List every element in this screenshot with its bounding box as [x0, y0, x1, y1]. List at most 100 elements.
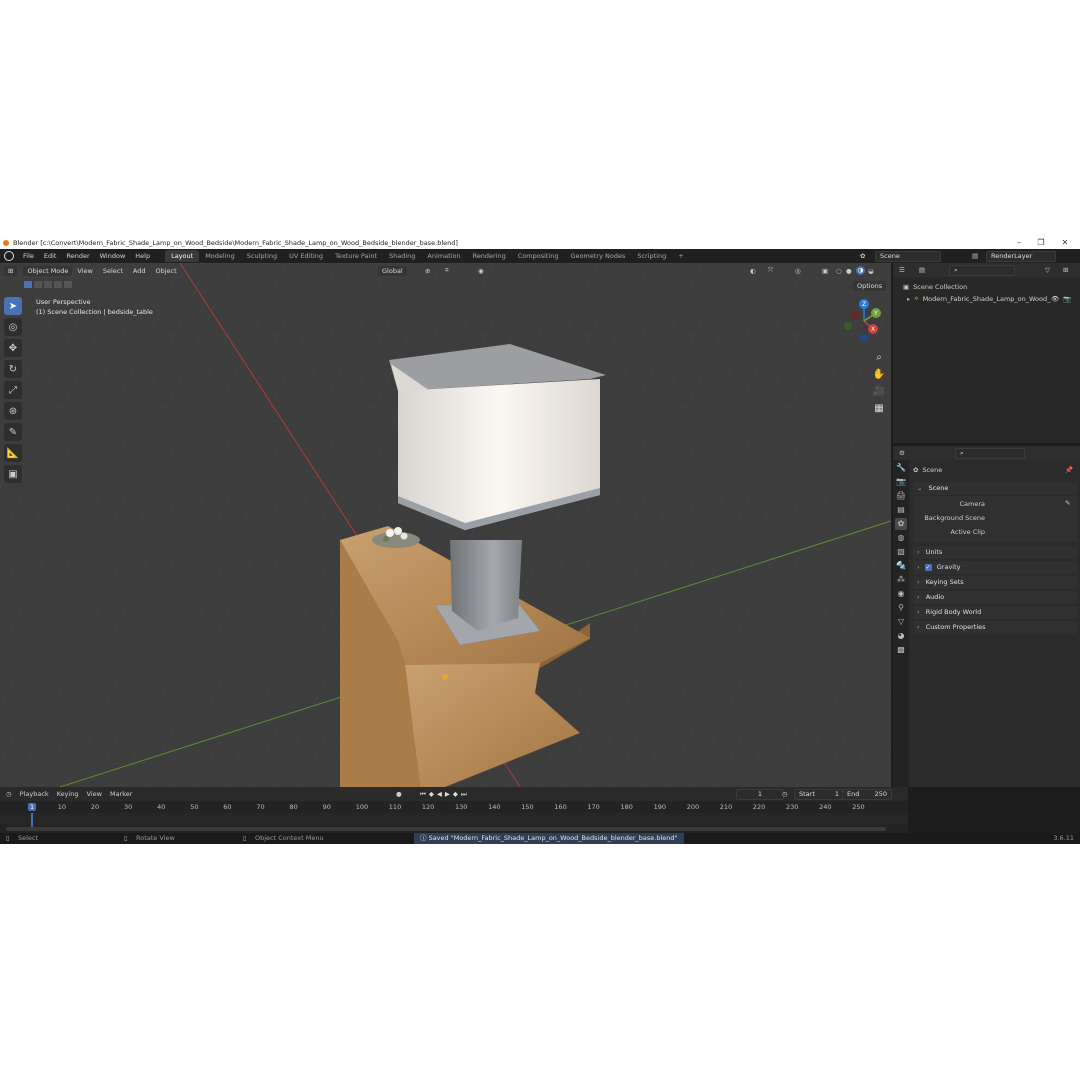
add-cube-tool-icon[interactable]: ▣	[4, 465, 22, 483]
xray-toggle-icon[interactable]: ▣	[822, 267, 828, 275]
scene-selector[interactable]: Scene	[875, 251, 941, 262]
tab-compositing[interactable]: Compositing	[512, 250, 565, 262]
3d-viewport[interactable]: ⊞ Object Mode View Select Add Object Glo…	[0, 263, 891, 787]
pan-view-icon[interactable]: ✋	[872, 368, 886, 382]
timeline-scrollbar[interactable]	[6, 827, 886, 831]
keyframe-track[interactable]	[0, 813, 908, 825]
menu-object[interactable]: Object	[151, 267, 182, 275]
frame-ruler[interactable]: 1 10 20 30 40 50 60 70 80 90 100 110 120 130 140 150 160…	[0, 803, 908, 813]
menu-help[interactable]: Help	[130, 252, 155, 260]
zoom-view-icon[interactable]: ⌕	[872, 351, 886, 365]
constraints-tab-icon[interactable]: ⚲	[895, 602, 907, 614]
texture-tab-icon[interactable]: ▩	[895, 644, 907, 656]
scene-tab-icon[interactable]: ✿	[895, 518, 907, 530]
menu-window[interactable]: Window	[95, 252, 131, 260]
modifier-tab-icon[interactable]: 🔩	[895, 560, 907, 572]
scale-tool-icon[interactable]: ⤢	[4, 381, 22, 399]
expand-arrow-icon[interactable]: ▸	[907, 295, 910, 303]
data-tab-icon[interactable]: ▽	[895, 616, 907, 628]
mode-selector[interactable]: Object Mode	[23, 265, 73, 276]
transform-tool-icon[interactable]: ⊛	[4, 402, 22, 420]
select-subtract-icon[interactable]	[44, 281, 52, 288]
render-camera-icon[interactable]: 📷	[1063, 295, 1071, 303]
annotate-tool-icon[interactable]: ✎	[4, 423, 22, 441]
collapse-arrow-icon[interactable]: ⌄	[917, 484, 922, 492]
outliner-search-input[interactable]: ⌕	[949, 265, 1015, 276]
custom-properties-panel[interactable]: › Custom Properties	[913, 621, 1077, 634]
editor-type-icon[interactable]: ⊞	[4, 265, 18, 276]
shading-rendered-icon[interactable]: ◒	[868, 267, 874, 275]
add-workspace-button[interactable]: +	[672, 250, 689, 262]
menu-select[interactable]: Select	[98, 267, 128, 275]
object-tab-icon[interactable]: ▧	[895, 546, 907, 558]
camera-view-icon[interactable]: 🎥	[872, 385, 886, 399]
select-extend-icon[interactable]	[34, 281, 42, 288]
timeline-editor-icon[interactable]: ◷	[6, 790, 12, 798]
end-frame-field[interactable]: End 250	[842, 789, 892, 800]
perspective-toggle-icon[interactable]: ▦	[872, 402, 886, 416]
select-intersect-icon[interactable]	[64, 281, 72, 288]
start-frame-field[interactable]: Start 1	[794, 789, 844, 800]
tab-texture-paint[interactable]: Texture Paint	[329, 250, 383, 262]
gizmo-neg-x-icon[interactable]	[851, 311, 859, 319]
outliner-root-row[interactable]: ▣ Scene Collection	[903, 283, 967, 291]
cursor-tool-icon[interactable]: ◎	[4, 318, 22, 336]
material-tab-icon[interactable]: ◕	[895, 630, 907, 642]
menu-keying[interactable]: Keying	[57, 790, 79, 798]
scene-section-header[interactable]: ⌄ Scene	[913, 482, 1077, 495]
options-button[interactable]: Options	[853, 281, 887, 291]
tab-uv-editing[interactable]: UV Editing	[283, 250, 329, 262]
timeline-editor[interactable]: ◷ Playback Keying View Marker ● ⏮◆◀▶◆⏭ 1…	[0, 787, 908, 833]
render-tab-icon[interactable]: 📷	[895, 476, 907, 488]
outliner-item[interactable]: ▸ ⟡ Modern_Fabric_Shade_Lamp_on_Wood_ 👁 …	[907, 294, 1077, 303]
eyedropper-icon[interactable]: ✎	[1065, 499, 1070, 507]
output-tab-icon[interactable]: 🖨	[895, 490, 907, 502]
close-window-button[interactable]: ✕	[1054, 236, 1076, 249]
minimize-button[interactable]: –	[1008, 236, 1030, 249]
menu-file[interactable]: File	[18, 252, 39, 260]
world-tab-icon[interactable]: ◍	[895, 532, 907, 544]
gizmo-neg-y-icon[interactable]	[844, 322, 852, 330]
record-icon[interactable]: ●	[396, 790, 402, 798]
shading-wireframe-icon[interactable]: ○	[836, 267, 842, 275]
rotate-tool-icon[interactable]: ↻	[4, 360, 22, 378]
gravity-checkbox[interactable]: ✓	[924, 564, 932, 571]
shading-material-icon[interactable]: ◑	[856, 266, 865, 275]
move-tool-icon[interactable]: ✥	[4, 339, 22, 357]
expand-arrow-icon[interactable]: ›	[917, 623, 920, 631]
tab-shading[interactable]: Shading	[383, 250, 421, 262]
maximize-button[interactable]: ❐	[1030, 236, 1052, 249]
tab-scripting[interactable]: Scripting	[631, 250, 672, 262]
navigation-gizmo[interactable]: Z Y X	[840, 297, 888, 345]
gizmo-neg-z-icon[interactable]	[860, 334, 868, 342]
expand-arrow-icon[interactable]: ›	[917, 608, 920, 616]
physics-tab-icon[interactable]: ◉	[895, 588, 907, 600]
snap-icon[interactable]: ⌗	[445, 266, 449, 275]
tab-rendering[interactable]: Rendering	[467, 250, 512, 262]
audio-panel[interactable]: › Audio	[913, 591, 1077, 604]
filter-icon[interactable]: ▽	[1045, 266, 1050, 274]
display-mode-icon[interactable]: ▤	[919, 266, 925, 274]
properties-search-input[interactable]: ⌕	[955, 448, 1025, 459]
transform-orientation-selector[interactable]: Global	[378, 265, 407, 276]
measure-tool-icon[interactable]: 📐	[4, 444, 22, 462]
tab-geometry-nodes[interactable]: Geometry Nodes	[565, 250, 632, 262]
visibility-icon[interactable]: ◐	[750, 267, 756, 275]
gizmo-toggle-icon[interactable]: ⤧	[768, 266, 773, 275]
visibility-eye-icon[interactable]: 👁	[1051, 295, 1059, 303]
proportional-edit-icon[interactable]: ◉	[478, 267, 484, 275]
tab-animation[interactable]: Animation	[421, 250, 466, 262]
menu-playback[interactable]: Playback	[20, 790, 49, 798]
overlay-toggle-icon[interactable]: ◎	[795, 267, 801, 275]
select-box-tool-icon[interactable]: ➤	[4, 297, 22, 315]
keying-sets-panel[interactable]: › Keying Sets	[913, 576, 1077, 589]
pin-icon[interactable]: 📌	[1065, 466, 1073, 474]
menu-marker[interactable]: Marker	[110, 790, 132, 798]
expand-arrow-icon[interactable]: ›	[917, 563, 920, 571]
view-layer-tab-icon[interactable]: ▤	[895, 504, 907, 516]
view-layer-selector[interactable]: RenderLayer	[986, 251, 1056, 262]
expand-arrow-icon[interactable]: ›	[917, 548, 920, 556]
properties-editor-icon[interactable]: ⚙	[899, 449, 905, 457]
tab-layout[interactable]: Layout	[165, 250, 200, 262]
select-new-icon[interactable]	[24, 281, 32, 288]
